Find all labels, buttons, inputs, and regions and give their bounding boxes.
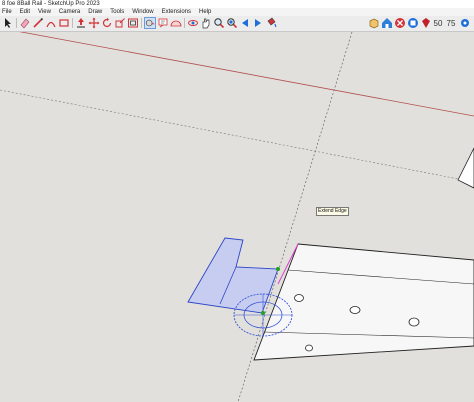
toolbar-separator <box>72 18 73 28</box>
menu-window[interactable]: Window <box>132 8 153 16</box>
3d-warehouse-icon[interactable] <box>381 17 393 29</box>
rail-hole <box>305 344 313 352</box>
pan-icon[interactable] <box>200 17 212 29</box>
menu-bar: File Edit View Camera Draw Tools Window … <box>0 8 474 16</box>
grid-50-icon[interactable]: 50 <box>433 17 445 29</box>
rail-hole <box>408 317 420 327</box>
menu-file[interactable]: File <box>2 8 12 16</box>
pencil-line-icon[interactable] <box>32 17 44 29</box>
window-title: 8 foe 8Ball Rail - SketchUp Pro 2023 <box>2 1 100 7</box>
scene-drawing <box>0 32 474 402</box>
svg-text:75: 75 <box>447 19 456 28</box>
push-pull-icon[interactable] <box>75 17 87 29</box>
menu-view[interactable]: View <box>38 8 51 16</box>
previous-view-icon[interactable] <box>239 17 251 29</box>
ruby-console-icon[interactable] <box>420 17 432 29</box>
rail-hole <box>349 306 361 314</box>
red-axis-dashed-line <box>0 89 474 183</box>
grid-settings-icon[interactable] <box>459 17 471 29</box>
zoom-icon[interactable] <box>213 17 225 29</box>
extension-warehouse-icon[interactable] <box>394 17 406 29</box>
zoom-extents-icon[interactable] <box>226 17 238 29</box>
next-view-icon[interactable] <box>252 17 264 29</box>
red-axis-line <box>19 32 474 117</box>
toolbar-separator <box>141 18 142 28</box>
rail-hole <box>294 294 304 302</box>
model-viewport[interactable]: Extend Edge <box>0 32 474 402</box>
svg-text:50: 50 <box>434 19 443 28</box>
endpoint-marker <box>261 311 265 315</box>
menu-edit[interactable]: Edit <box>20 8 30 16</box>
title-bar: 8 foe 8Ball Rail - SketchUp Pro 2023 <box>0 0 474 8</box>
tape-measure-icon[interactable] <box>144 17 156 29</box>
inference-tooltip: Extend Edge <box>316 207 349 216</box>
grid-75-icon[interactable]: 75 <box>446 17 458 29</box>
eraser-icon[interactable] <box>19 17 31 29</box>
paint-bucket-icon[interactable] <box>265 17 277 29</box>
rail-face[interactable] <box>253 243 474 361</box>
endpoint-marker <box>276 267 280 271</box>
menu-draw[interactable]: Draw <box>88 8 102 16</box>
toolbar-separator <box>184 18 185 28</box>
orbit-icon[interactable] <box>187 17 199 29</box>
toolbar: 50 75 <box>0 16 474 32</box>
rotate-icon[interactable] <box>101 17 113 29</box>
components-icon[interactable] <box>368 17 380 29</box>
menu-tools[interactable]: Tools <box>110 8 124 16</box>
scale-icon[interactable] <box>114 17 126 29</box>
select-icon[interactable] <box>2 17 14 29</box>
toolbar-separator <box>16 18 17 28</box>
protractor-icon[interactable] <box>170 17 182 29</box>
menu-camera[interactable]: Camera <box>59 8 80 16</box>
text-icon[interactable] <box>157 17 169 29</box>
far-face <box>457 147 474 189</box>
offset-icon[interactable] <box>127 17 139 29</box>
move-icon[interactable] <box>88 17 100 29</box>
rectangle-icon[interactable] <box>58 17 70 29</box>
menu-help[interactable]: Help <box>199 8 211 16</box>
menu-extensions[interactable]: Extensions <box>162 8 191 16</box>
arc-icon[interactable] <box>45 17 57 29</box>
layout-icon[interactable] <box>407 17 419 29</box>
